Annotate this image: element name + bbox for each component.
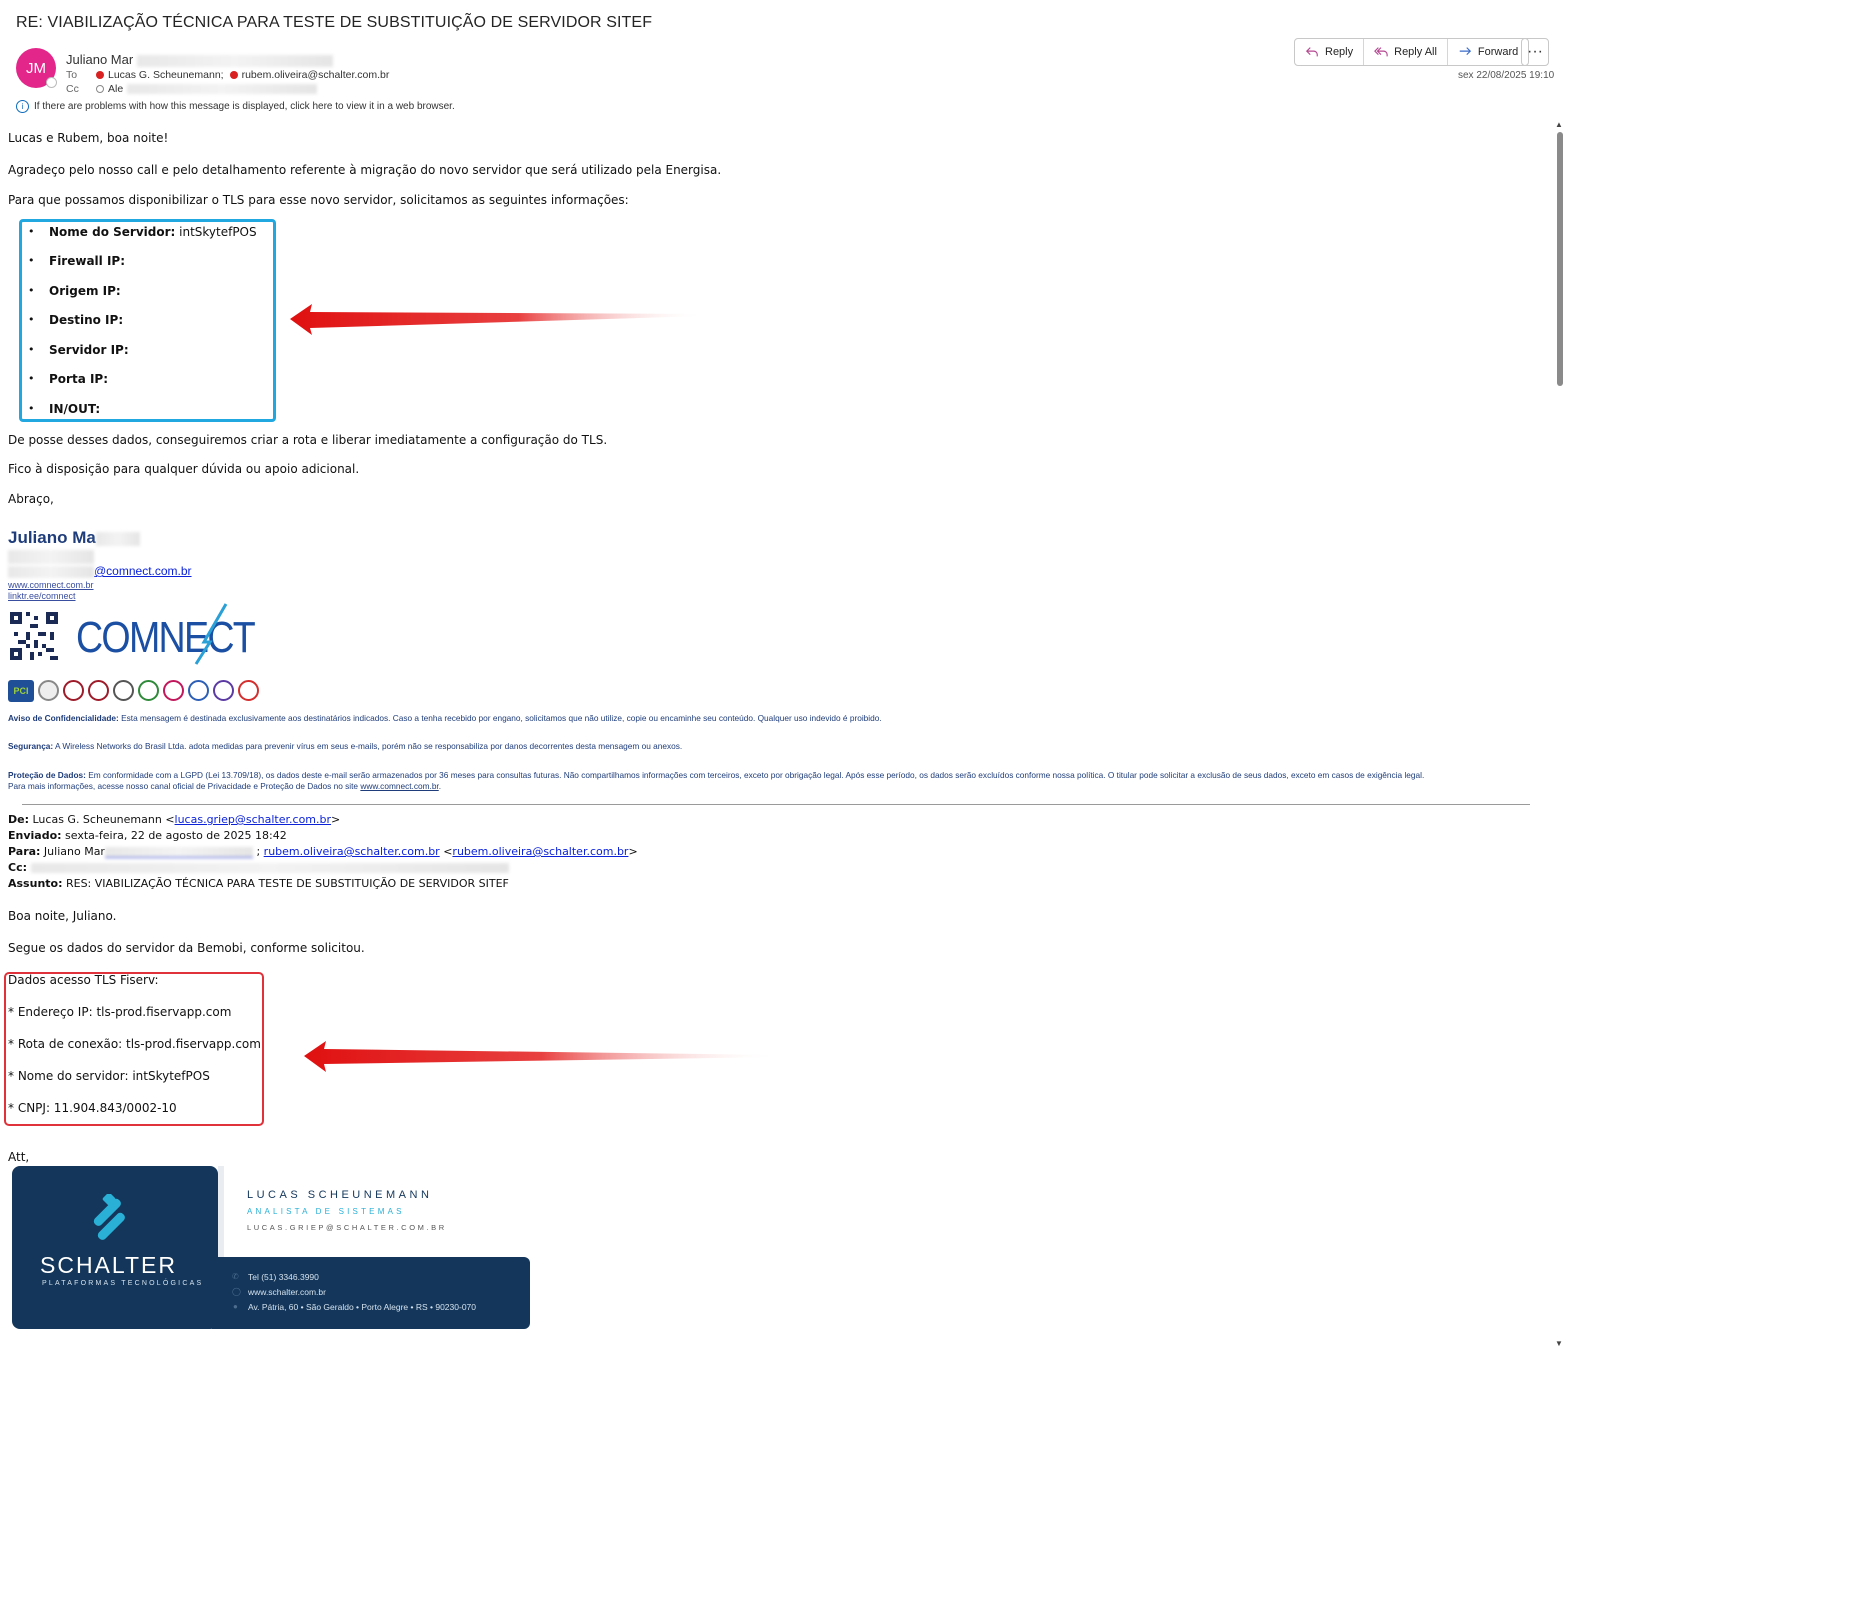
cc-label: Cc (66, 83, 79, 95)
pci-dss-badge: PCI (8, 680, 34, 702)
sender-name[interactable]: Juliano Mar (66, 52, 333, 67)
security-notice: Segurança: A Wireless Networks do Brasil… (8, 741, 683, 751)
forward-label: Forward (1477, 46, 1519, 58)
to-label: To (66, 69, 78, 81)
schalter-brand: SCHALTER (40, 1252, 177, 1278)
qr-code-icon (10, 612, 58, 660)
forward-icon (1459, 47, 1471, 56)
scroll-up-arrow[interactable]: ▲ (1555, 120, 1563, 129)
schalter-logo-icon (93, 1194, 125, 1240)
highlight-box-blue (19, 219, 276, 422)
certification-badge (113, 680, 134, 701)
certification-badge (138, 680, 159, 701)
closing: Abraço, (8, 492, 54, 506)
quoted-greeting: Boa noite, Juliano. (8, 909, 117, 923)
presence-status-icon (46, 77, 57, 88)
highlight-box-red (4, 972, 264, 1126)
schalter-tagline: PLATAFORMAS TECNOLÓGICAS (42, 1280, 204, 1287)
scroll-down-arrow[interactable]: ▼ (1555, 1339, 1563, 1348)
scrollbar-thumb[interactable] (1557, 132, 1563, 386)
busy-status-icon (96, 71, 104, 79)
reply-toolbar: Reply Reply All Forward (1294, 38, 1530, 66)
email-subject: RE: VIABILIZAÇÃO TÉCNICA PARA TESTE DE S… (16, 14, 653, 31)
reply-icon (1305, 47, 1318, 57)
divider (22, 804, 1530, 805)
display-info-text: If there are problems with how this mess… (34, 101, 455, 112)
quoted-sent: Enviado: sexta-feira, 22 de agosto de 20… (8, 829, 287, 842)
location-pin-icon: ● (233, 1302, 238, 1311)
greeting: Lucas e Rubem, boa noite! (8, 131, 169, 145)
quoted-from: De: Lucas G. Scheunemann <lucas.griep@sc… (8, 813, 341, 826)
schalter-site: www.schalter.com.br (248, 1287, 326, 1297)
recipient-rubem[interactable]: rubem.oliveira@schalter.com.br (242, 69, 390, 81)
red-arrow-annotation (290, 304, 705, 335)
signature-linktree-link[interactable]: linktr.ee/comnect (8, 591, 76, 601)
certification-badge (38, 680, 59, 701)
quoted-closing: Att, (8, 1150, 30, 1164)
certification-badge (88, 680, 109, 701)
reply-all-label: Reply All (1394, 46, 1437, 58)
certification-badge (163, 680, 184, 701)
more-actions-button[interactable]: ··· (1521, 38, 1549, 66)
redacted-block (127, 84, 318, 94)
signature-site-link[interactable]: www.comnect.com.br (8, 580, 94, 590)
reply-label: Reply (1325, 46, 1354, 58)
redacted-block (8, 550, 94, 564)
reply-all-icon (1374, 47, 1388, 57)
paragraph-next-steps: De posse desses dados, conseguiremos cri… (8, 433, 608, 447)
privacy-site-link[interactable]: www.comnect.com.br (360, 781, 438, 791)
schalter-signature-card: SCHALTER PLATAFORMAS TECNOLÓGICAS LUCAS … (12, 1166, 530, 1329)
paragraph-thanks: Agradeço pelo nosso call e pelo detalham… (8, 163, 722, 177)
globe-icon: ◯ (232, 1287, 241, 1296)
certification-badge (213, 680, 234, 701)
quoted-from-email-link[interactable]: lucas.griep@schalter.com.br (175, 813, 332, 826)
quoted-to: Para: Juliano Mar ; rubem.oliveira@schal… (8, 845, 638, 858)
schalter-person-name: LUCAS SCHEUNEMANN (247, 1189, 433, 1201)
certification-badge (63, 680, 84, 701)
certification-badges: PCI (8, 680, 259, 702)
schalter-person-email: LUCAS.GRIEP@SCHALTER.COM.BR (247, 1223, 447, 1232)
schalter-address: Av. Pátria, 60 • São Geraldo • Porto Ale… (248, 1302, 476, 1312)
red-arrow-annotation (304, 1041, 779, 1072)
quoted-paragraph: Segue os dados do servidor da Bemobi, co… (8, 941, 365, 955)
reply-all-button[interactable]: Reply All (1364, 39, 1448, 65)
comnect-logo: COMNECT (76, 603, 257, 665)
paragraph-availability: Fico à disposição para qualquer dúvida o… (8, 462, 360, 476)
quoted-to-email-link[interactable]: rubem.oliveira@schalter.com.br (452, 845, 628, 858)
sender-name-text: Juliano Mar (66, 52, 134, 67)
confidentiality-notice: Aviso de Confidencialidade: Esta mensage… (8, 713, 882, 723)
forward-button[interactable]: Forward (1448, 39, 1528, 65)
display-info-bar[interactable]: i If there are problems with how this me… (16, 100, 455, 113)
redacted-block (136, 54, 333, 67)
schalter-phone: Tel (51) 3346.3990 (248, 1272, 319, 1282)
info-icon: i (16, 100, 29, 113)
data-protection-notice: Proteção de Dados: Em conformidade com a… (8, 770, 1425, 791)
quoted-cc: Cc: (8, 861, 509, 874)
recipient-lucas[interactable]: Lucas G. Scheunemann; (108, 69, 224, 81)
busy-status-icon (229, 71, 238, 79)
quoted-to-email-link[interactable]: rubem.oliveira@schalter.com.br (264, 845, 440, 858)
cc-recipient[interactable]: Ale (108, 83, 123, 95)
phone-icon: ✆ (232, 1272, 239, 1281)
signature-email[interactable]: @comnect.com.br (8, 564, 192, 578)
schalter-person-role: ANALISTA DE SISTEMAS (247, 1207, 405, 1216)
offline-status-icon (96, 85, 104, 93)
received-date: sex 22/08/2025 19:10 (1458, 70, 1555, 81)
signature-name: Juliano Ma (8, 528, 140, 548)
quoted-subject: Assunto: RES: VIABILIZAÇÃO TÉCNICA PARA … (8, 877, 509, 890)
certification-badge (188, 680, 209, 701)
cc-line: Cc Ale (66, 83, 318, 95)
svg-text:COMNECT: COMNECT (76, 613, 255, 662)
reply-button[interactable]: Reply (1295, 39, 1365, 65)
to-line: To Lucas G. Scheunemann; rubem.oliveira@… (66, 69, 389, 81)
certification-badge (238, 680, 259, 701)
paragraph-request: Para que possamos disponibilizar o TLS p… (8, 193, 629, 207)
